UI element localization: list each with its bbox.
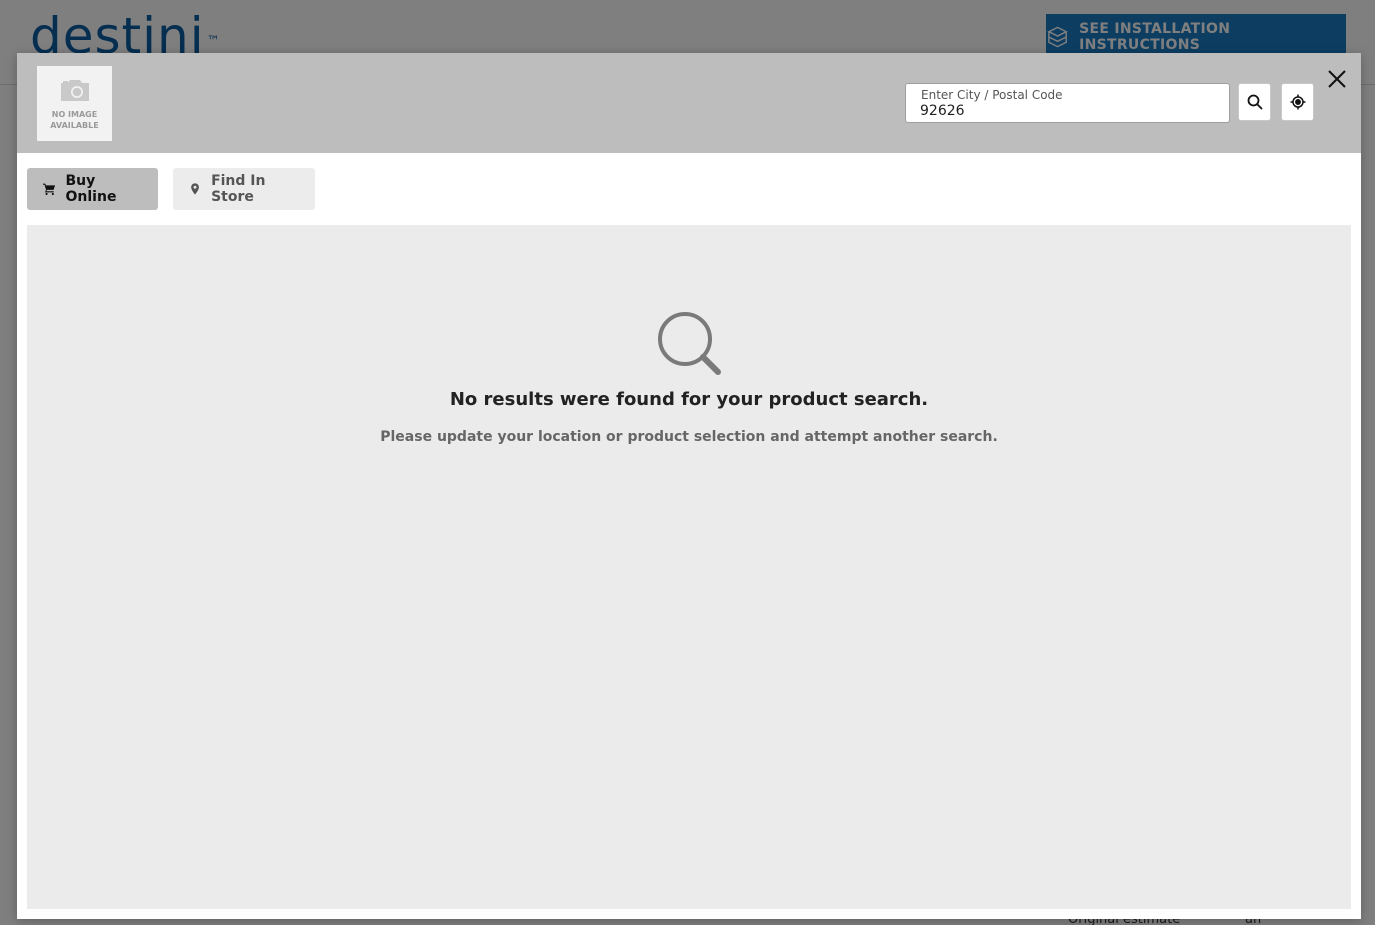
no-image-text: NO IMAGE AVAILABLE xyxy=(40,109,110,131)
tab-find-in-store[interactable]: Find In Store xyxy=(173,168,315,210)
use-my-location-button[interactable] xyxy=(1281,83,1314,121)
modal-header: NO IMAGE AVAILABLE Enter City / Postal C… xyxy=(17,53,1361,153)
tab-find-in-store-label: Find In Store xyxy=(211,173,266,205)
search-icon xyxy=(1247,94,1262,110)
tab-buy-online-label: Buy Online xyxy=(65,173,117,205)
no-image-line-2: AVAILABLE xyxy=(50,120,99,130)
close-modal-button[interactable] xyxy=(1325,67,1349,91)
map-pin-icon xyxy=(191,183,199,195)
camera-icon xyxy=(60,79,89,101)
where-to-buy-modal: NO IMAGE AVAILABLE Enter City / Postal C… xyxy=(17,53,1361,919)
crosshair-icon xyxy=(1290,94,1305,110)
magnifier-icon xyxy=(658,312,721,375)
no-image-line-1: NO IMAGE xyxy=(51,109,98,119)
location-field[interactable]: Enter City / Postal Code xyxy=(905,83,1230,123)
results-panel: No results were found for your product s… xyxy=(27,225,1351,909)
location-field-label: Enter City / Postal Code xyxy=(921,88,1063,102)
product-image-placeholder: NO IMAGE AVAILABLE xyxy=(37,66,112,141)
no-results-title: No results were found for your product s… xyxy=(449,389,929,410)
search-button[interactable] xyxy=(1238,83,1271,121)
close-icon xyxy=(1328,70,1346,88)
postal-code-input[interactable] xyxy=(920,102,1210,120)
cart-icon xyxy=(43,183,56,196)
tab-buy-online[interactable]: Buy Online xyxy=(27,168,158,210)
no-results-subtitle: Please update your location or product s… xyxy=(380,429,998,445)
